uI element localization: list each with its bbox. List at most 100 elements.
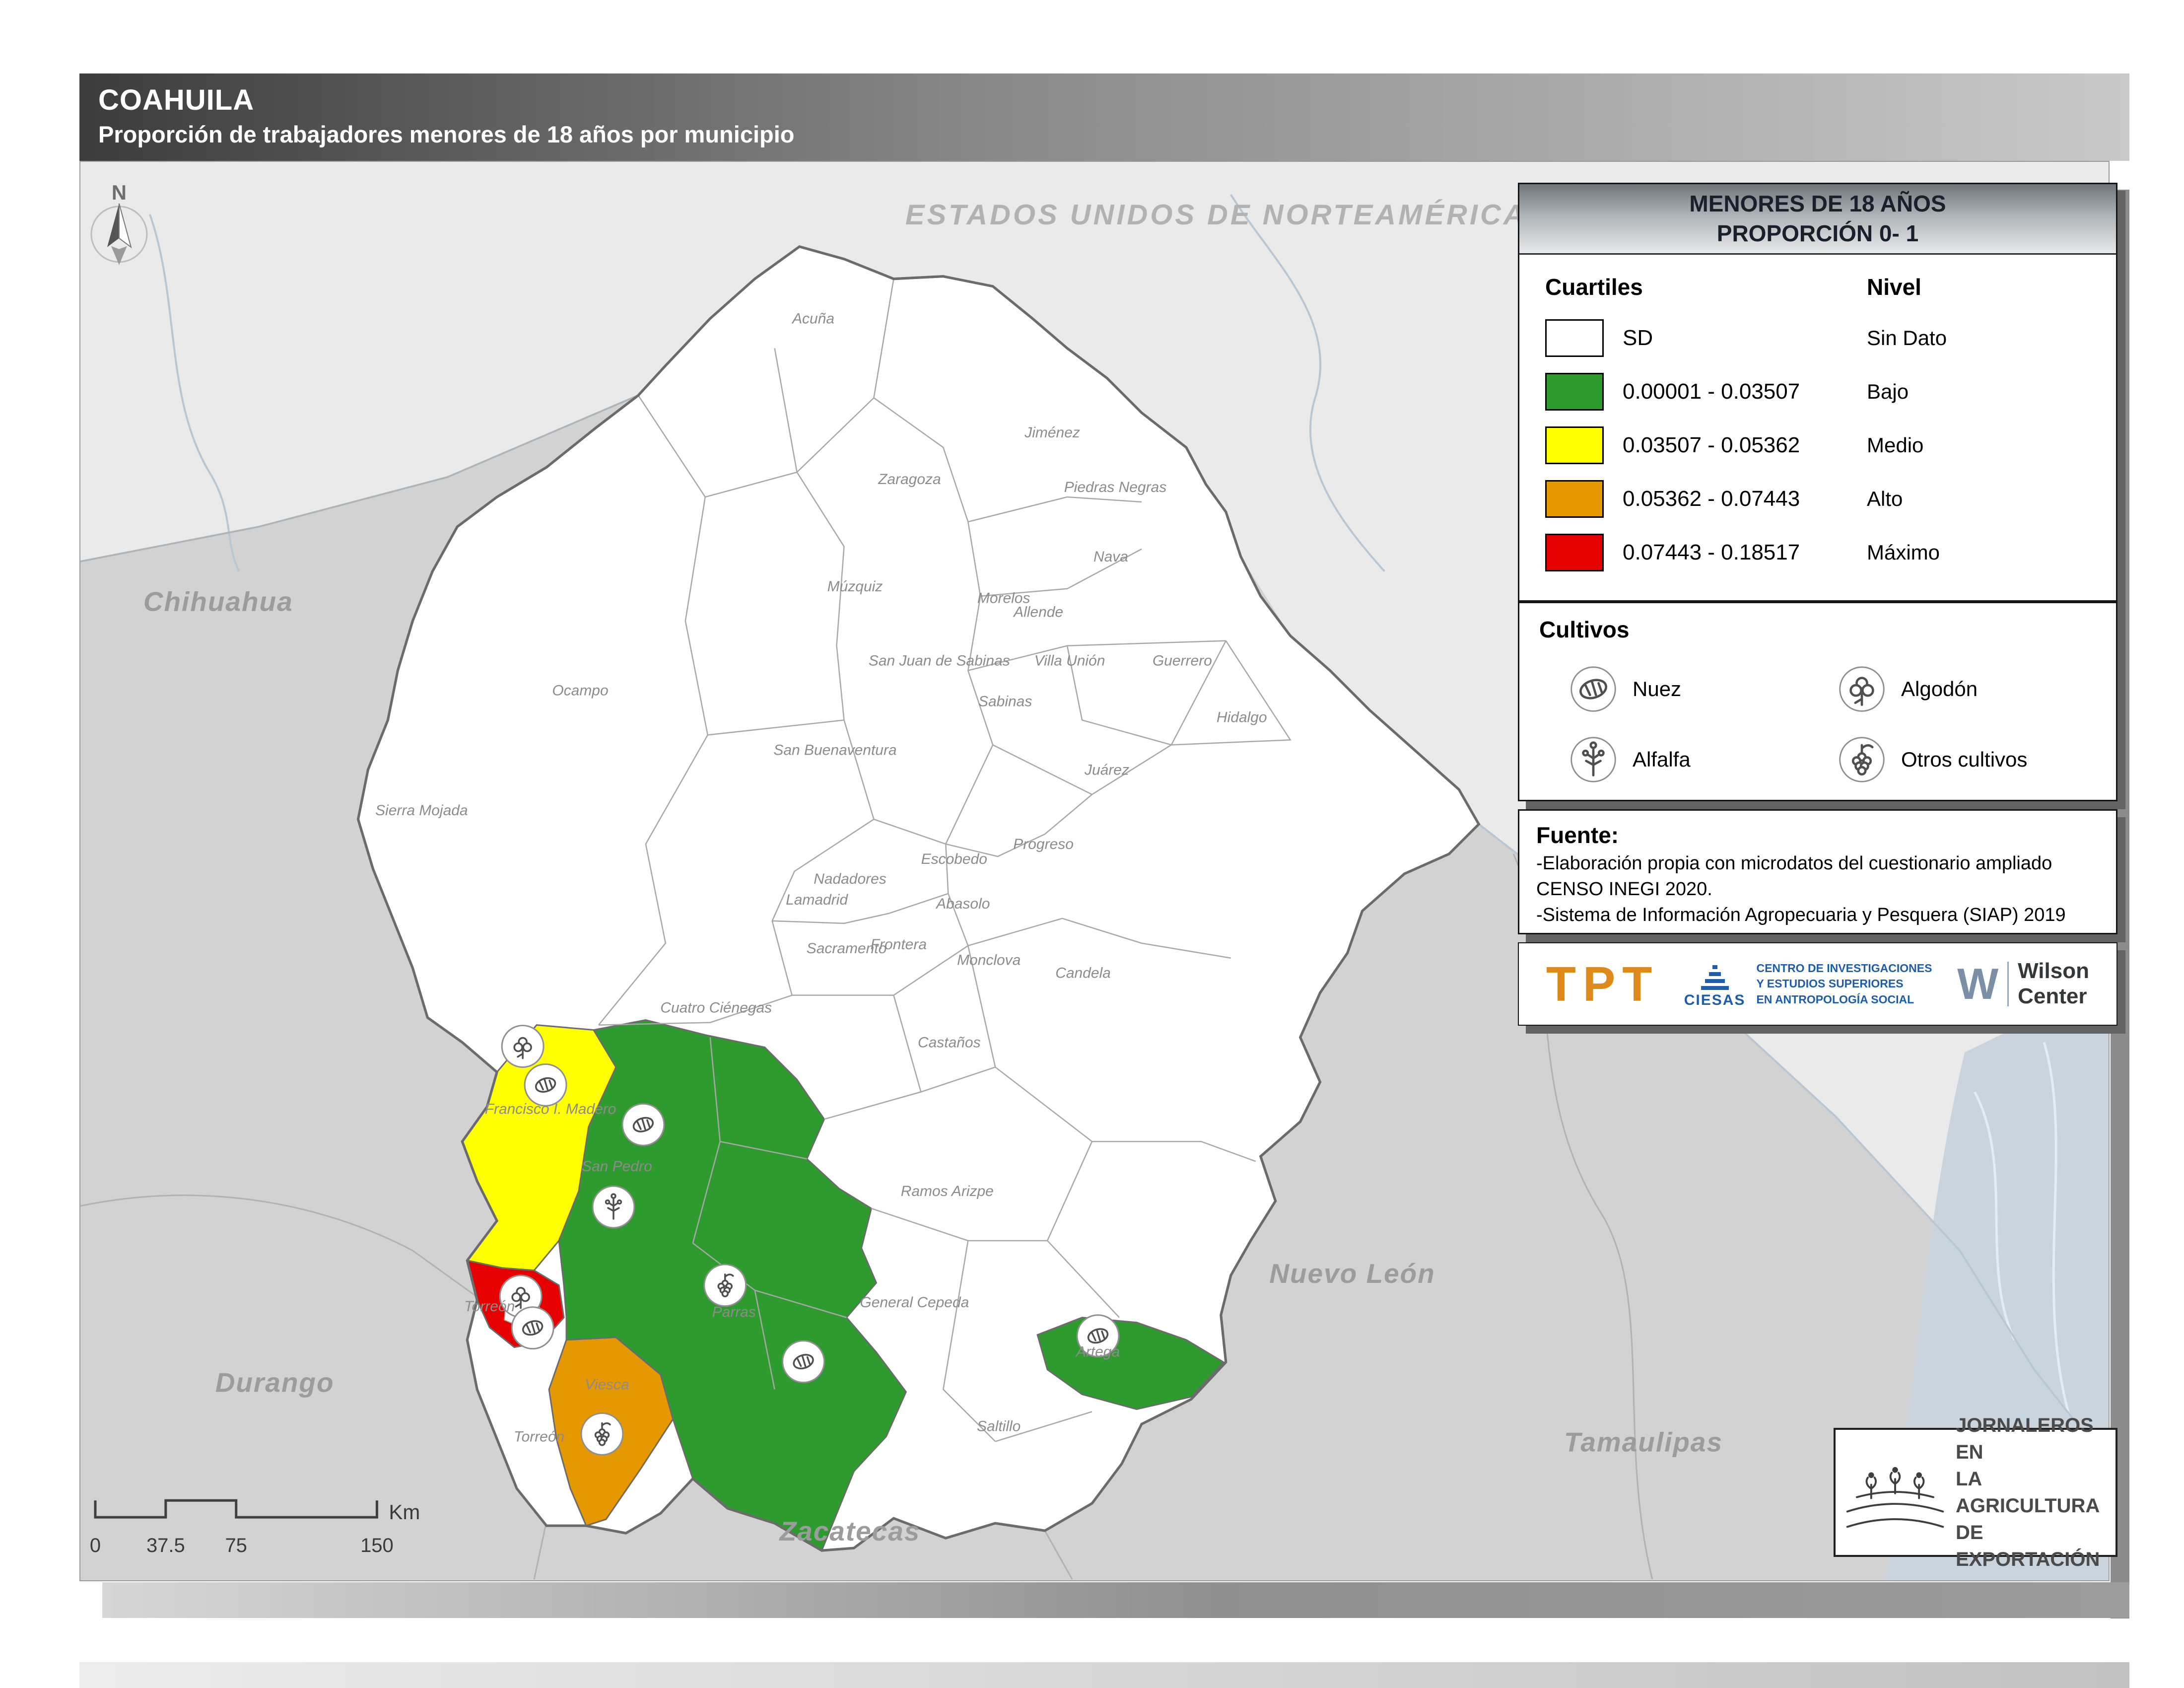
- legend-range-label: 0.05362 - 0.07443: [1623, 487, 1867, 511]
- fuente-line: -Elaboración propia con microdatos del c…: [1519, 853, 2116, 874]
- tpt-logo: TPT: [1546, 956, 1659, 1012]
- scale-unit: Km: [389, 1500, 420, 1524]
- municipality-label: Jiménez: [1024, 424, 1080, 441]
- legend-row: 0.03507 - 0.05362Medio: [1519, 426, 2116, 464]
- ciesas-text-line: EN ANTROPOLOGÍA SOCIAL: [1756, 992, 1932, 1007]
- municipality-label: Torreón: [514, 1428, 564, 1445]
- municipality-label: Abasolo: [935, 896, 990, 912]
- municipality-label: Múzquiz: [827, 578, 883, 595]
- legend-level-label: Bajo: [1867, 380, 1909, 404]
- municipality-label: Monclova: [957, 952, 1021, 969]
- otros-cultivos-icon: [1838, 735, 1886, 784]
- legend-level-label: Alto: [1867, 487, 1903, 511]
- municipality-label: Villa Unión: [1034, 653, 1105, 669]
- cultivo-label: Alfalfa: [1633, 748, 1691, 772]
- municipality-label: Sierra Mojada: [375, 802, 468, 819]
- municipality-label: San Juan de Sabinas: [869, 653, 1010, 669]
- legend-panel: MENORES DE 18 AÑOS PROPORCIÓN 0- 1 Cuart…: [1518, 183, 2117, 602]
- legend-level-label: Medio: [1867, 433, 1923, 457]
- ciesas-text: CENTRO DE INVESTIGACIONESY ESTUDIOS SUPE…: [1756, 961, 1932, 1007]
- wilson-text-line: Wilson: [2018, 959, 2089, 984]
- municipality-label: Saltillo: [977, 1418, 1021, 1434]
- municipality-label: Torreón: [464, 1298, 515, 1315]
- alfalfa-icon: [1569, 735, 1618, 784]
- otros-cultivos-icon: [704, 1265, 746, 1306]
- wilson-monogram-icon: W: [1957, 959, 1998, 1009]
- legend-range-label: SD: [1623, 326, 1867, 351]
- fuente-lines: -Elaboración propia con microdatos del c…: [1519, 853, 2116, 926]
- municipality-label: General Cepeda: [860, 1294, 969, 1311]
- otros-cultivos-icon: [581, 1413, 623, 1455]
- wilson-text-line: Center: [2018, 984, 2089, 1009]
- legend-level-label: Máximo: [1867, 541, 1940, 564]
- legend-color-swatch: [1545, 373, 1604, 411]
- cultivo-label: Algodón: [1901, 677, 1978, 701]
- municipality-label: Ramos Arizpe: [901, 1183, 994, 1199]
- cultivos-panel: Cultivos Nuez Algodón Alfalfa Otros cultivo…: [1518, 602, 2117, 801]
- nuez-icon: [512, 1307, 553, 1349]
- municipality-label: Nadadores: [814, 871, 887, 887]
- municipality-label: Artega: [1075, 1344, 1120, 1360]
- cultivo-item: Otros cultivos: [1838, 735, 2106, 784]
- cultivos-grid: Nuez Algodón Alfalfa Otros cultivos: [1519, 643, 2116, 784]
- alfalfa-icon: [593, 1186, 634, 1228]
- municipality-label: Ocampo: [552, 683, 608, 699]
- neighbor-region-label: Durango: [215, 1367, 335, 1398]
- legend-range-label: 0.00001 - 0.03507: [1623, 379, 1867, 404]
- legend-color-swatch: [1545, 534, 1604, 571]
- ciesas-logo: CIESAS CENTRO DE INVESTIGACIONESY ESTUDI…: [1684, 959, 1932, 1009]
- neighbor-region-label: Tamaulipas: [1564, 1426, 1723, 1457]
- page-subtitle: Proporción de trabajadores menores de 18…: [98, 121, 2129, 148]
- jornaleros-text-line: LA AGRICULTURA: [1956, 1466, 2109, 1519]
- algodon-icon: [1838, 665, 1886, 713]
- logos-panel: TPT CIESAS CENTRO DE INVESTIGACIONESY ES…: [1518, 942, 2117, 1026]
- legend-row: 0.05362 - 0.07443Alto: [1519, 480, 2116, 518]
- jornaleros-text-line: DE EXPORTACIÓN: [1956, 1519, 2109, 1573]
- municipality-label: Guerrero: [1153, 653, 1212, 669]
- municipality-label: Zaragoza: [878, 471, 941, 488]
- neighbor-region-label: ESTADOS UNIDOS DE NORTEAMÉRICA: [905, 199, 1527, 231]
- legend-row: SDSin Dato: [1519, 319, 2116, 357]
- municipality-label: Parras: [712, 1304, 756, 1321]
- legend-color-swatch: [1545, 480, 1604, 518]
- legend-row: 0.07443 - 0.18517Máximo: [1519, 534, 2116, 571]
- wilson-divider: [2007, 962, 2009, 1006]
- municipality-label: San Buenaventura: [773, 742, 896, 758]
- jornaleros-text: JORNALEROS ENLA AGRICULTURADE EXPORTACIÓ…: [1956, 1412, 2109, 1573]
- field-sprouts-icon: [1843, 1436, 1948, 1548]
- municipality-label: Nava: [1093, 549, 1128, 565]
- scale-label-37-5: 37.5: [146, 1535, 185, 1556]
- ciesas-pyramid-icon: [1697, 959, 1733, 992]
- municipality-label: Sabinas: [978, 693, 1032, 709]
- neighbor-region-label: Nuevo León: [1269, 1258, 1435, 1289]
- legend-column-headers: Cuartiles Nivel: [1519, 255, 2116, 303]
- municipality-label: Francisco I. Madero: [485, 1101, 616, 1117]
- fuente-panel: Fuente: -Elaboración propia con microdat…: [1518, 809, 2117, 934]
- legend-color-swatch: [1545, 319, 1604, 357]
- municipality-label: Allende: [1013, 604, 1063, 621]
- nuez-icon: [622, 1104, 664, 1145]
- legend-title-line1: MENORES DE 18 AÑOS: [1689, 189, 1946, 219]
- legend-range-label: 0.07443 - 0.18517: [1623, 540, 1867, 565]
- algodon-icon: [502, 1026, 544, 1067]
- scale-label-75: 75: [225, 1535, 247, 1556]
- wilson-text: WilsonCenter: [2018, 959, 2089, 1009]
- header-banner: COAHUILA Proporción de trabajadores meno…: [79, 73, 2129, 161]
- fuente-title: Fuente:: [1519, 811, 2116, 848]
- municipality-label: Candela: [1055, 965, 1111, 982]
- municipality-label: Hidalgo: [1217, 709, 1267, 725]
- municipality-label: Escobedo: [921, 851, 987, 867]
- neighbor-region-label: Zacatecas: [779, 1516, 921, 1547]
- municipality-label: Cuatro Ciénegas: [660, 1000, 772, 1016]
- scale-label-0: 0: [90, 1535, 101, 1556]
- fuente-line: CENSO INEGI 2020.: [1519, 879, 2116, 900]
- legend-col-cuartiles: Cuartiles: [1545, 274, 1867, 300]
- legend-rows: SDSin Dato 0.00001 - 0.03507Bajo 0.03507 -…: [1519, 319, 2116, 571]
- map-shadow-bottom: [102, 1582, 2129, 1618]
- municipality-label: Lamadrid: [786, 892, 848, 908]
- municipality-label: San Pedro: [582, 1158, 652, 1175]
- cultivos-title: Cultivos: [1519, 603, 2116, 643]
- cultivo-label: Nuez: [1633, 677, 1681, 701]
- legend-row: 0.00001 - 0.03507Bajo: [1519, 373, 2116, 411]
- nuez-icon: [1569, 665, 1618, 713]
